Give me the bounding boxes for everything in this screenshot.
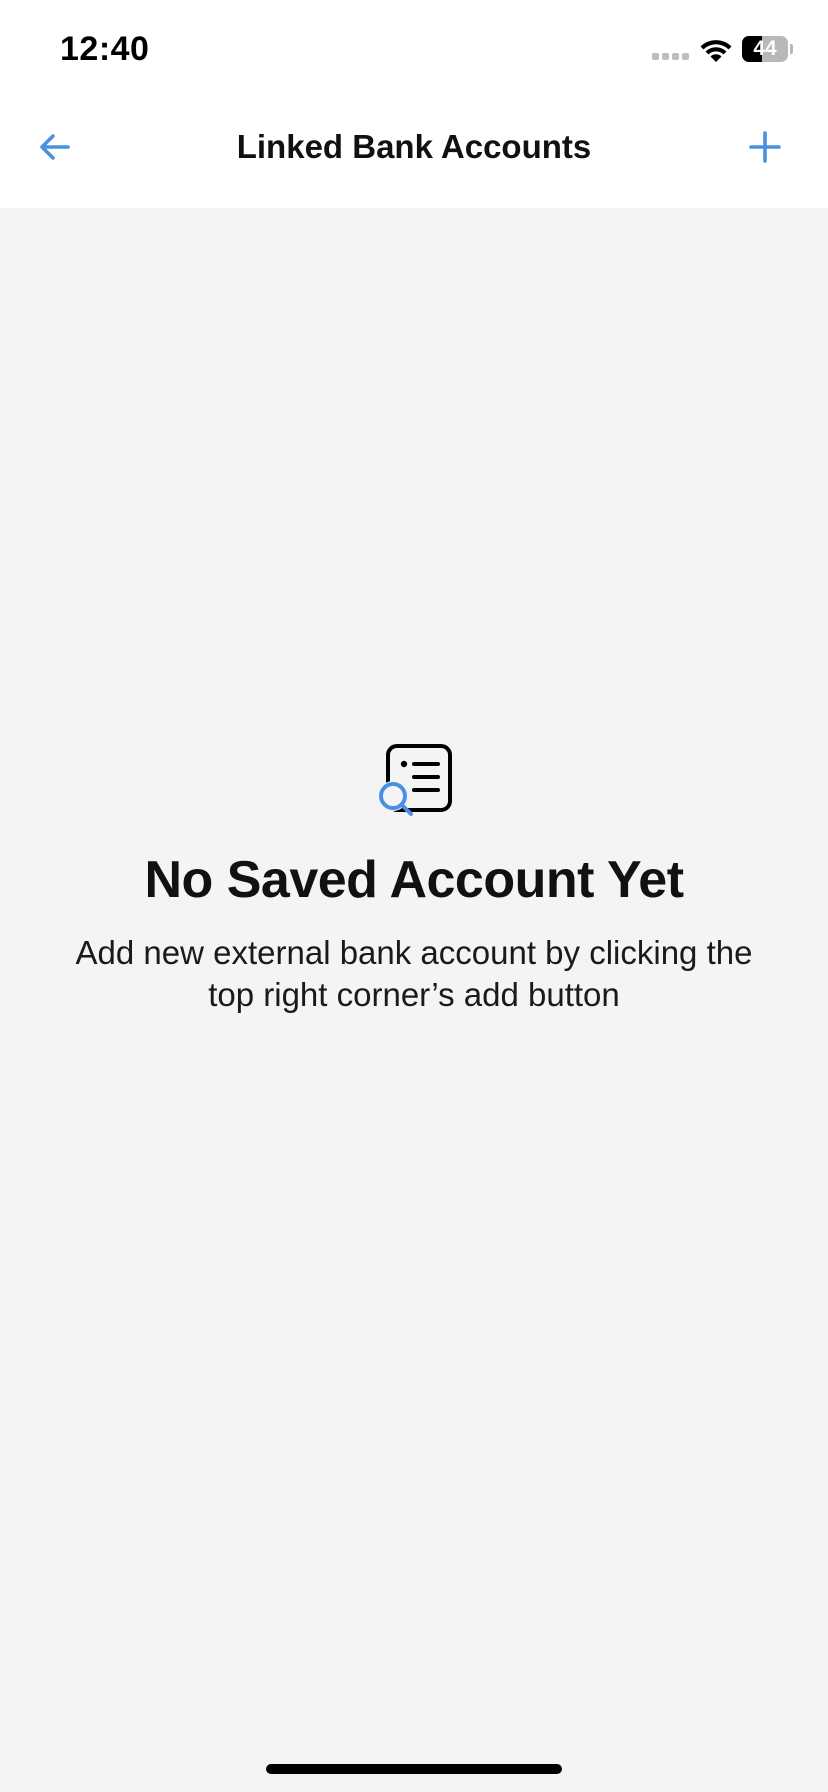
empty-state-description: Add new external bank account by clickin… [75,934,753,1013]
battery-body: 44 [742,36,788,62]
add-account-button[interactable] [740,122,790,172]
cellular-signal-icon [652,53,689,60]
plus-icon [749,131,781,163]
arrow-left-icon [40,134,70,160]
empty-state-title: No Saved Account Yet [144,851,684,909]
wifi-icon [700,40,732,62]
battery-indicator: 44 [742,36,793,62]
status-time: 12:40 [60,30,150,68]
page-title: Linked Bank Accounts [236,128,592,165]
battery-tip [790,44,793,54]
status-bar: 12:40 44 [0,0,828,100]
document-search-icon [378,744,452,816]
navigation-bar: Linked Bank Accounts [0,100,828,208]
home-indicator[interactable] [266,1764,562,1774]
battery-level: 44 [753,37,777,60]
screen: 12:40 44 Linked Bank Accounts No Saved A… [0,0,828,1792]
back-button[interactable] [30,122,80,172]
empty-state: No Saved Account Yet Add new external ba… [0,744,828,1016]
